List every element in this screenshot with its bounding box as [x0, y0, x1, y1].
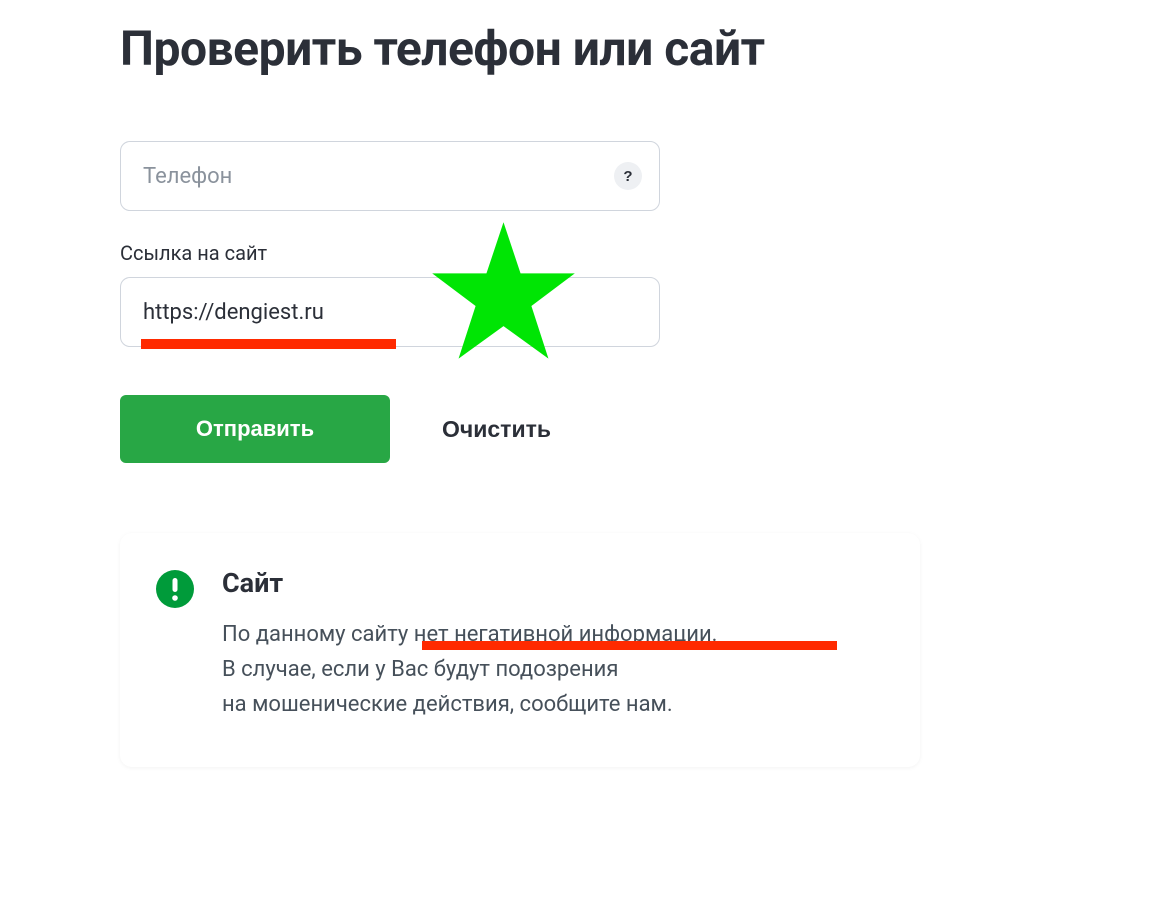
help-icon: ? — [623, 168, 632, 185]
submit-button[interactable]: Отправить — [120, 395, 390, 463]
exclamation-circle-icon — [156, 570, 194, 608]
annotation-underline-icon — [141, 339, 396, 349]
phone-input-wrapper: ? — [120, 141, 660, 211]
annotation-underline-icon — [422, 641, 837, 650]
site-field-label: Ссылка на сайт — [120, 241, 1036, 265]
phone-input[interactable] — [120, 141, 660, 211]
result-text: По данному сайту нет негативной информац… — [222, 617, 884, 723]
page-title: Проверить телефон или сайт — [120, 20, 1036, 77]
phone-field-group: ? — [120, 141, 1036, 211]
result-line-2: В случае, если у Вас будут подозрения — [222, 652, 884, 687]
result-card: Сайт По данному сайту нет негативной инф… — [120, 533, 920, 767]
result-title: Сайт — [222, 567, 884, 599]
buttons-row: Отправить Очистить — [120, 395, 1036, 463]
result-content: Сайт По данному сайту нет негативной инф… — [222, 567, 884, 723]
clear-button[interactable]: Очистить — [442, 416, 551, 443]
site-input-wrapper — [120, 277, 660, 347]
result-line-3: на мошенические действия, сообщите нам. — [222, 687, 884, 722]
phone-help-button[interactable]: ? — [614, 162, 642, 190]
site-field-group: Ссылка на сайт — [120, 241, 1036, 347]
site-input[interactable] — [120, 277, 660, 347]
